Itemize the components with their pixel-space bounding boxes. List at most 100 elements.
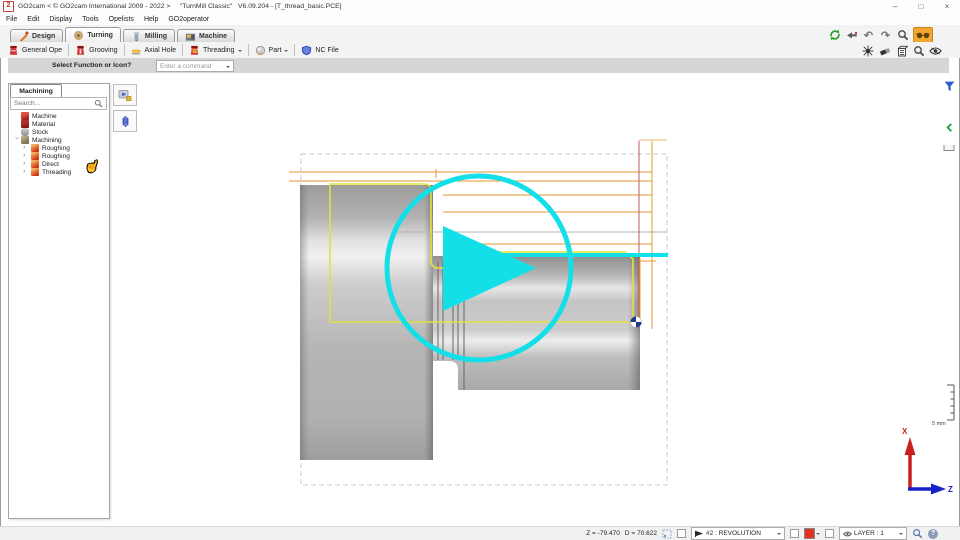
- app-logo-icon: 2: [3, 1, 14, 12]
- tree-label: Material: [32, 120, 56, 128]
- search-input[interactable]: [11, 100, 94, 107]
- command-combo[interactable]: Enter a command: [156, 60, 234, 72]
- color-swatch[interactable]: [804, 528, 815, 539]
- color-swatch-caret-icon[interactable]: [816, 533, 820, 537]
- entity-select-caret-icon: [777, 533, 781, 537]
- ribbon-tool-row: General Ope Grooving Axial Hole Threadin…: [0, 42, 960, 58]
- viewport-canvas[interactable]: 5 mm X Z: [110, 73, 960, 525]
- collapse-caret-icon[interactable]: ›: [23, 144, 29, 151]
- menu-help[interactable]: Help: [144, 16, 158, 23]
- menu-display[interactable]: Display: [49, 16, 72, 23]
- zoom-selection-icon[interactable]: [912, 528, 923, 539]
- tab-machine-label: Machine: [199, 33, 228, 40]
- tab-turning[interactable]: Turning: [65, 27, 121, 43]
- help-button[interactable]: ?: [928, 528, 938, 539]
- tab-turning-label: Turning: [87, 32, 113, 39]
- menu-go2operator[interactable]: GO2operator: [168, 16, 209, 23]
- menu-edit[interactable]: Edit: [27, 16, 39, 23]
- command-combo-placeholder: Enter a command: [160, 62, 212, 70]
- regen-icon[interactable]: [828, 29, 841, 42]
- scale-label: 5 mm: [932, 421, 946, 427]
- app-window: 2 GO2cam < © GO2cam International 2009 -…: [0, 0, 960, 540]
- divider: [182, 44, 184, 56]
- zoom-icon[interactable]: [896, 29, 909, 42]
- minimize-button[interactable]: –: [882, 0, 908, 13]
- grooving-label: Grooving: [89, 46, 118, 54]
- grid-icon[interactable]: [662, 529, 672, 539]
- tab-machine[interactable]: Machine: [177, 29, 236, 43]
- tab-design[interactable]: Design: [10, 29, 64, 43]
- material-icon: [21, 120, 29, 128]
- axial-hole-button[interactable]: Axial Hole: [126, 43, 182, 57]
- axis-z-label: Z: [948, 485, 953, 494]
- grooving-button[interactable]: Grooving: [70, 43, 122, 57]
- part-button[interactable]: Part: [250, 43, 294, 57]
- pointer-icon[interactable]: [845, 29, 858, 42]
- divider: [247, 44, 249, 56]
- color-checkbox[interactable]: [790, 529, 799, 538]
- collapse-caret-icon[interactable]: ›: [23, 168, 29, 175]
- close-button[interactable]: ×: [934, 0, 960, 13]
- operation-icon: [31, 168, 39, 176]
- collapse-caret-icon[interactable]: ›: [23, 160, 29, 167]
- machining-panel: Machining Machine Material Stock › Machi…: [8, 83, 110, 519]
- undo-icon[interactable]: ↶: [862, 29, 875, 42]
- collapse-caret-icon[interactable]: ›: [23, 152, 29, 159]
- design-icon: [19, 31, 29, 42]
- layer-select[interactable]: LAYER : 1: [839, 527, 907, 540]
- machining-folder-icon: [21, 136, 29, 144]
- divider: [68, 44, 70, 56]
- tree-item-material[interactable]: Material: [9, 120, 107, 128]
- search-box[interactable]: [10, 97, 107, 110]
- tree-item-machining[interactable]: › Machining: [9, 136, 107, 144]
- axis-triad: X Z: [902, 427, 953, 495]
- go2-glasses-icon[interactable]: [913, 27, 933, 43]
- panel-tab-machining[interactable]: Machining: [10, 84, 62, 97]
- undercut-notch: [433, 361, 458, 391]
- general-ope-button[interactable]: General Ope: [3, 43, 67, 57]
- redo-icon[interactable]: ↷: [879, 29, 892, 42]
- menu-file[interactable]: File: [6, 16, 17, 23]
- machine-icon: [185, 33, 196, 41]
- entity-select[interactable]: #2 : REVOLUTION: [691, 527, 785, 540]
- title-bar: 2 GO2cam < © GO2cam International 2009 -…: [0, 0, 960, 13]
- status-bar: Z = -79.470 D = 70.622 #2 : REVOLUTION LAY…: [0, 526, 960, 540]
- shading-icon[interactable]: [895, 44, 908, 57]
- axial-hole-icon: [131, 49, 141, 54]
- command-combo-caret-icon: [226, 65, 230, 70]
- threading-dropdown-caret-icon[interactable]: [237, 49, 242, 54]
- menu-opelists[interactable]: Opelists: [109, 16, 134, 23]
- spider-icon[interactable]: [861, 44, 874, 57]
- visibility-eye-icon[interactable]: [929, 44, 942, 57]
- eraser-icon[interactable]: [878, 44, 891, 57]
- tree-item-stock[interactable]: Stock: [9, 128, 107, 136]
- menu-tools[interactable]: Tools: [82, 16, 98, 23]
- panel-tab-label: Machining: [19, 87, 53, 95]
- tree-item-roughing-1[interactable]: › Roughing: [9, 144, 107, 152]
- tab-design-label: Design: [32, 33, 56, 40]
- nc-file-label: NC File: [315, 46, 339, 54]
- tab-milling[interactable]: Milling: [122, 29, 176, 43]
- part-dropdown-caret-icon[interactable]: [284, 49, 289, 54]
- layer-select-caret-icon: [899, 533, 903, 537]
- general-ope-label: General Ope: [22, 46, 63, 54]
- machine-icon: [21, 112, 29, 120]
- entity-checkbox[interactable]: [677, 529, 686, 538]
- turning-icon: [74, 30, 84, 41]
- threading-button[interactable]: Threading: [184, 43, 247, 57]
- z-coordinate: Z = -79.470: [586, 530, 620, 537]
- nc-file-icon: [302, 45, 312, 55]
- expand-caret-icon[interactable]: ›: [13, 137, 20, 143]
- grooving-icon: [77, 45, 85, 55]
- tree-item-machine[interactable]: Machine: [9, 112, 107, 120]
- part-label: Part: [268, 46, 282, 54]
- threading-icon: [190, 45, 199, 55]
- d-coordinate: D = 70.622: [624, 530, 657, 537]
- zoom-plus-icon[interactable]: [912, 44, 925, 57]
- tree-label: Stock: [32, 128, 49, 136]
- maximize-button[interactable]: □: [908, 0, 934, 13]
- axis-x-label: X: [902, 427, 908, 436]
- menu-bar: File Edit Display Tools Opelists Help GO…: [0, 13, 960, 25]
- nc-file-button[interactable]: NC File: [296, 43, 343, 57]
- layer-checkbox[interactable]: [825, 529, 834, 538]
